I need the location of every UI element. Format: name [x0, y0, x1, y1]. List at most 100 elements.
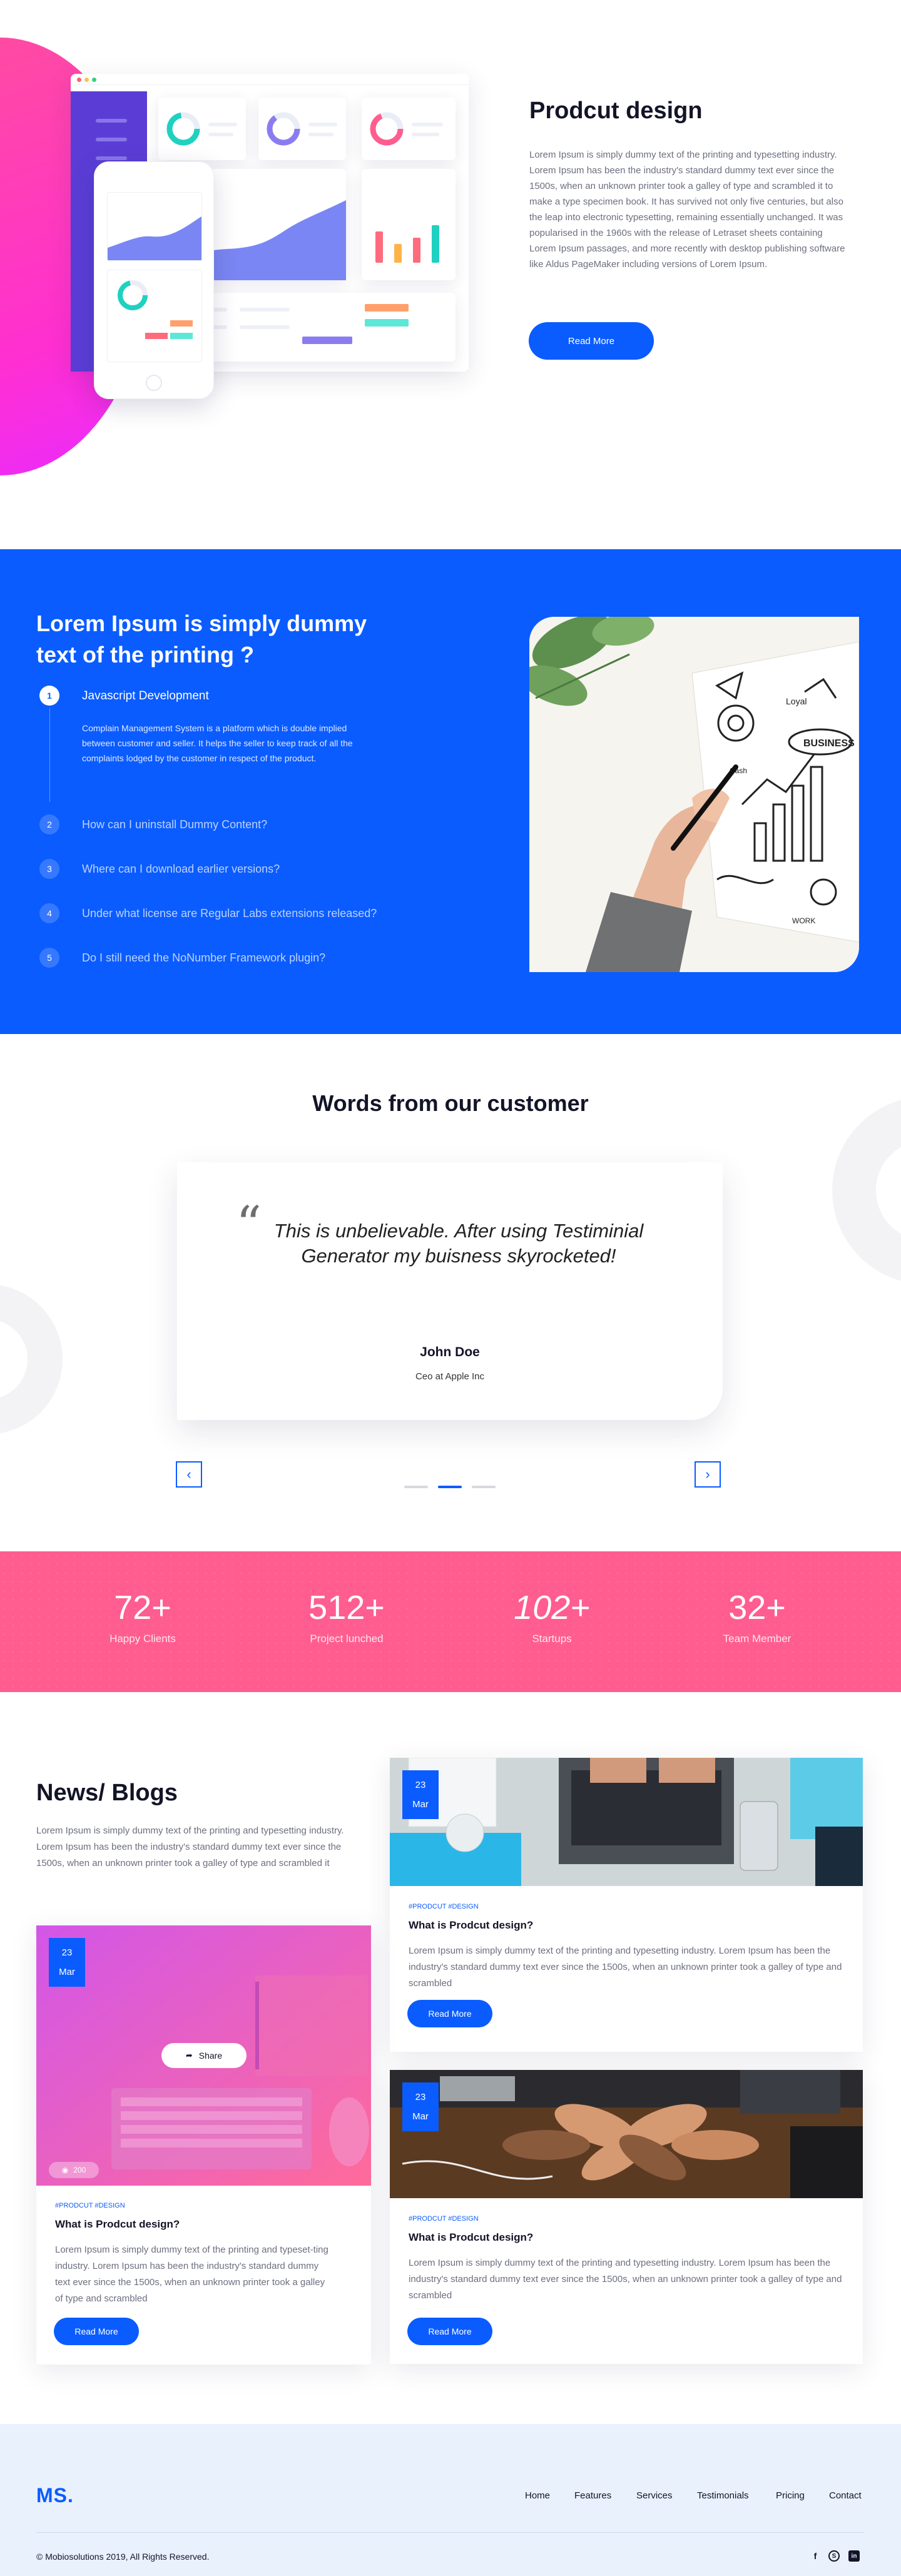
- stat-value: 72+: [114, 1589, 171, 1626]
- footer-link-pricing[interactable]: Pricing: [776, 2490, 805, 2501]
- faq-number-4[interactable]: 4: [39, 903, 59, 923]
- post-month: Mar: [59, 1967, 75, 1977]
- doodle-word-loyal: Loyal: [786, 696, 807, 706]
- product-design-description: Lorem Ipsum is simply dummy text of the …: [529, 150, 845, 270]
- footer-logo[interactable]: MS.: [36, 2484, 74, 2507]
- post-day: 23: [415, 1780, 426, 1790]
- chevron-left-icon: ‹: [186, 1466, 191, 1482]
- post-date-badge: 23 Mar: [49, 1938, 85, 1987]
- share-button[interactable]: ➦ Share: [161, 2043, 247, 2068]
- testimonial-author-name: John Doe: [420, 1345, 480, 1359]
- faq-number-5[interactable]: 5: [39, 948, 59, 968]
- blog-card-teamwork[interactable]: 23 Mar #PRODCUT #DESIGN What is Prodcut …: [390, 2070, 863, 2364]
- faq-connector-line: [49, 708, 50, 802]
- doodle-word-work: WORK: [792, 916, 815, 925]
- share-label: Share: [198, 2051, 223, 2061]
- grey-ring-decoration-right: [832, 1097, 901, 1284]
- faq-question-3[interactable]: Where can I download earlier versions?: [82, 863, 280, 876]
- post-date-badge: 23 Mar: [402, 2082, 439, 2131]
- site-footer: MS. Home Features Services Testimonials …: [0, 2424, 901, 2576]
- faq-question-5[interactable]: Do I still need the NoNumber Framework p…: [82, 951, 325, 965]
- testimonial-next-button[interactable]: ›: [695, 1461, 721, 1488]
- eye-icon: ◉: [61, 2166, 69, 2174]
- faq-question-1[interactable]: Javascript Development: [82, 689, 209, 703]
- product-design-title: Prodcut design: [529, 98, 703, 124]
- quote-icon: “: [236, 1195, 262, 1254]
- faq-title: Lorem Ipsum is simply dummy text of the …: [36, 611, 367, 667]
- doodle-word-business: BUSINESS: [803, 738, 855, 749]
- stat-startups: 102+ Startups: [471, 1588, 633, 1645]
- faq-number-3[interactable]: 3: [39, 859, 59, 879]
- footer-link-contact[interactable]: Contact: [829, 2490, 862, 2501]
- post-tags[interactable]: #PRODCUT #DESIGN: [409, 1903, 479, 1910]
- copyright-text: © Mobiosolutions 2019, All Rights Reserv…: [36, 2552, 210, 2562]
- stat-happy-clients: 72+ Happy Clients: [61, 1588, 224, 1645]
- faq-question-4[interactable]: Under what license are Regular Labs exte…: [82, 907, 377, 920]
- hero-read-more-button[interactable]: Read More: [529, 322, 654, 360]
- views-badge: ◉ 200: [49, 2162, 99, 2178]
- post-date-badge: 23 Mar: [402, 1770, 439, 1819]
- faq-number-1[interactable]: 1: [39, 686, 59, 706]
- post-excerpt: Lorem Ipsum is simply dummy text of the …: [409, 1945, 842, 1989]
- post-excerpt: Lorem Ipsum is simply dummy text of the …: [55, 2244, 328, 2304]
- post-day: 23: [61, 1947, 73, 1958]
- testimonial-prev-button[interactable]: ‹: [176, 1461, 202, 1488]
- team-fists-image: [390, 2070, 863, 2198]
- post-tags[interactable]: #PRODCUT #DESIGN: [55, 2202, 125, 2209]
- post-read-more-button[interactable]: Read More: [407, 2000, 492, 2027]
- post-month: Mar: [412, 1799, 429, 1810]
- share-icon: ➦: [185, 2051, 193, 2060]
- blog-card-workspace[interactable]: 23 Mar #PRODCUT #DESIGN What is Prodcut …: [390, 1758, 863, 2052]
- stat-value: 512+: [308, 1589, 385, 1626]
- chevron-right-icon: ›: [705, 1466, 710, 1482]
- footer-divider: [36, 2532, 865, 2533]
- testimonial-section: Words from our customer “ This is unbeli…: [0, 1034, 901, 1551]
- post-title[interactable]: What is Prodcut design?: [409, 2231, 533, 2244]
- stat-projects-launched: 512+ Project lunched: [265, 1588, 428, 1645]
- faq-question-2[interactable]: How can I uninstall Dummy Content?: [82, 818, 267, 831]
- stat-team-members: 32+ Team Member: [676, 1588, 838, 1645]
- blog-card-keyboard[interactable]: 23 Mar ➦ Share ◉ 200 #PRODCUT #DESIGN Wh…: [36, 1925, 371, 2365]
- linkedin-icon[interactable]: in: [848, 2550, 860, 2562]
- post-month: Mar: [412, 2111, 429, 2122]
- carousel-dot-3[interactable]: [472, 1486, 496, 1488]
- business-sketch-image: BUSINESS Loyal Cash WORK: [529, 617, 859, 972]
- post-tags[interactable]: #PRODCUT #DESIGN: [409, 2215, 479, 2223]
- post-day: 23: [415, 2092, 426, 2102]
- stat-value: 102+: [514, 1589, 590, 1626]
- testimonial-author-role: Ceo at Apple Inc: [415, 1371, 485, 1382]
- post-title[interactable]: What is Prodcut design?: [55, 2218, 180, 2231]
- stat-label: Startups: [532, 1633, 572, 1645]
- footer-link-testimonials[interactable]: Testimonials: [697, 2490, 749, 2501]
- faq-number-2[interactable]: 2: [39, 814, 59, 834]
- faq-section: Lorem Ipsum is simply dummy text of the …: [0, 549, 901, 1034]
- news-section: News/ Blogs Lorem Ipsum is simply dummy …: [0, 1692, 901, 2424]
- news-title: News/ Blogs: [36, 1780, 178, 1806]
- stats-section: 72+ Happy Clients 512+ Project lunched 1…: [0, 1551, 901, 1692]
- facebook-icon[interactable]: f: [808, 2549, 822, 2563]
- testimonial-quote: This is unbelievable. After using Testim…: [273, 1220, 644, 1267]
- stat-label: Happy Clients: [109, 1633, 176, 1645]
- phone-illustration: [94, 161, 214, 399]
- views-count: 200: [73, 2166, 86, 2174]
- post-read-more-button[interactable]: Read More: [54, 2318, 139, 2345]
- faq-answer-1: Complain Management System is a platform…: [82, 723, 353, 763]
- skype-icon[interactable]: S: [828, 2550, 840, 2562]
- testimonial-card: “ This is unbelievable. After using Test…: [177, 1162, 723, 1420]
- carousel-dot-2-active[interactable]: [438, 1486, 462, 1488]
- footer-link-home[interactable]: Home: [525, 2490, 550, 2501]
- testimonial-title: Words from our customer: [312, 1090, 589, 1116]
- stat-label: Team Member: [723, 1633, 792, 1645]
- footer-link-features[interactable]: Features: [574, 2490, 611, 2501]
- grey-ring-decoration-left: [0, 1284, 63, 1434]
- news-intro: Lorem Ipsum is simply dummy text of the …: [36, 1825, 344, 1869]
- stat-label: Project lunched: [310, 1633, 384, 1645]
- post-title[interactable]: What is Prodcut design?: [409, 1919, 533, 1932]
- product-design-section: Prodcut design Lorem Ipsum is simply dum…: [0, 0, 901, 549]
- desk-laptop-image: [390, 1758, 863, 1886]
- carousel-dot-1[interactable]: [404, 1486, 428, 1488]
- post-excerpt: Lorem Ipsum is simply dummy text of the …: [409, 2258, 842, 2301]
- footer-link-services[interactable]: Services: [636, 2490, 673, 2501]
- stat-value: 32+: [728, 1589, 786, 1626]
- post-read-more-button[interactable]: Read More: [407, 2318, 492, 2345]
